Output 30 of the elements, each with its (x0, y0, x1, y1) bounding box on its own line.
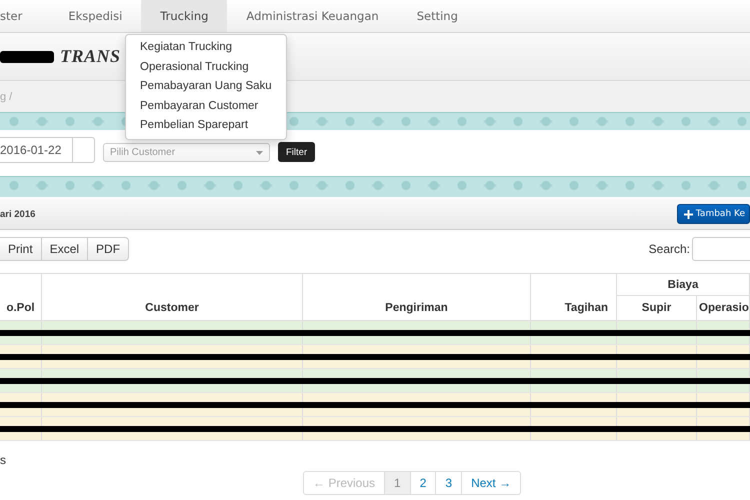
filter-button[interactable]: Filter (278, 142, 316, 162)
search-field[interactable] (692, 237, 750, 261)
panel-title: ari 2016 (0, 208, 36, 220)
nav-tab[interactable]: Setting (398, 0, 477, 32)
date-field[interactable]: 2016-01-22 (0, 137, 73, 163)
page-link[interactable]: 3 (436, 471, 462, 495)
menu-item[interactable]: Kegiatan Trucking (126, 38, 286, 58)
menu-item[interactable]: Pemabayaran Uang Saku (126, 77, 286, 96)
export-button[interactable]: PDF (88, 237, 130, 261)
menu-item[interactable]: Pembelian Sparepart (126, 116, 286, 136)
column-group-header: Biaya (617, 274, 750, 296)
menu-item[interactable]: Operasional Trucking (126, 58, 286, 77)
caret-icon (256, 150, 263, 154)
add-button[interactable]: Tambah Ke (676, 204, 750, 224)
calendar-addon[interactable] (73, 137, 95, 163)
nav-tab[interactable]: Ekspedisi (49, 0, 142, 32)
nav-tab[interactable]: Trucking (141, 0, 228, 32)
plus-icon (684, 210, 693, 218)
page-link[interactable]: 2 (410, 471, 436, 495)
page-title: TRANS (60, 46, 121, 67)
page-link[interactable]: Next → (462, 471, 522, 495)
table-info: s (0, 453, 6, 467)
breadcrumb: g / (0, 90, 12, 102)
export-button[interactable]: Excel (42, 237, 88, 261)
export-button[interactable]: Print (0, 237, 42, 261)
menu-item[interactable]: Pembayaran Customer (126, 96, 286, 116)
redaction-mark (0, 50, 54, 62)
search-label: Search: (648, 242, 690, 256)
nav-tab[interactable]: Administrasi Keuangan (227, 0, 398, 32)
nav-tab[interactable]: ster (0, 0, 42, 32)
